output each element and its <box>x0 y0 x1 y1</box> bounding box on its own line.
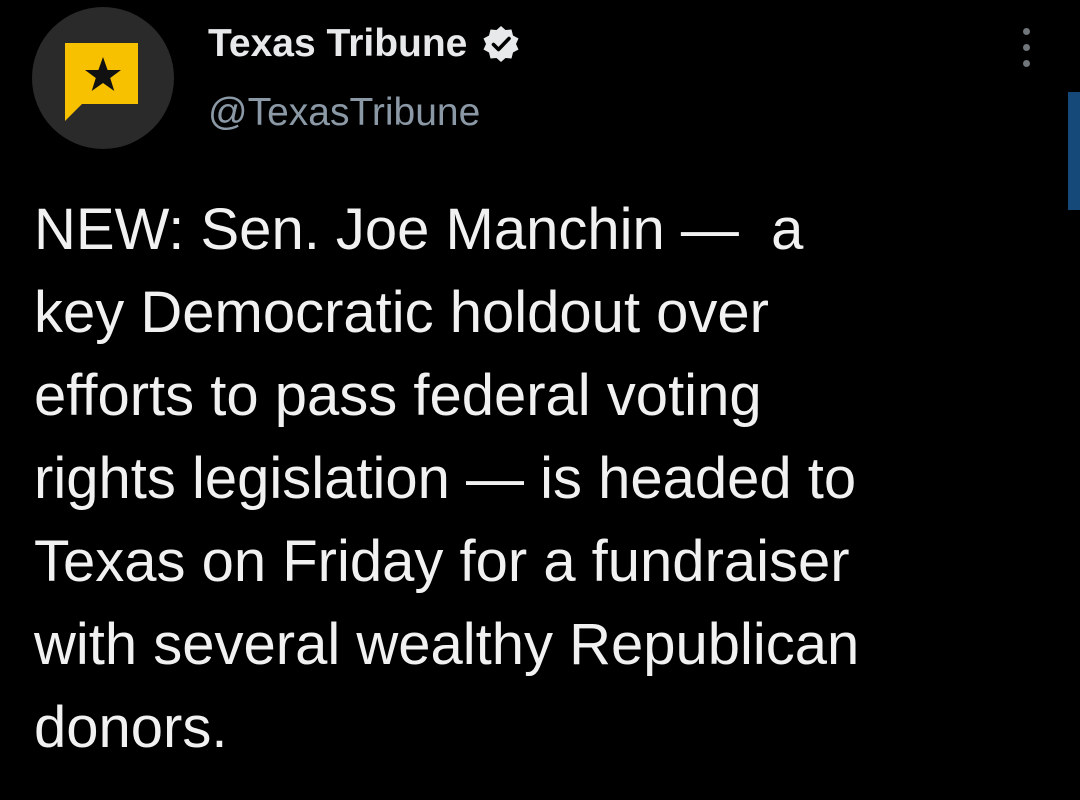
more-vertical-icon-dot <box>1023 60 1030 67</box>
tweet-text-line: NEW: Sen. Joe Manchin — a <box>34 197 804 262</box>
tweet-text-line: with several wealthy Republican <box>34 612 860 677</box>
side-accent-bar <box>1068 92 1080 210</box>
tweet-card: Texas Tribune @TexasTribune NEW: Sen. Jo… <box>0 0 1080 800</box>
avatar[interactable] <box>32 7 174 149</box>
more-vertical-icon <box>1023 28 1030 35</box>
star-speech-bubble-logo-icon <box>65 43 138 121</box>
tweet-text-line: Texas on Friday for a fundraiser <box>34 529 850 594</box>
author-handle[interactable]: @TexasTribune <box>208 89 480 137</box>
tweet-text-line: rights legislation — is headed to <box>34 446 857 511</box>
tweet-text-line: donors. <box>34 695 228 760</box>
tweet-text-line: key Democratic holdout over <box>34 280 769 345</box>
more-vertical-icon-dot <box>1023 44 1030 51</box>
tweet-text: NEW: Sen. Joe Manchin — a key Democratic… <box>34 188 994 769</box>
tweet-text-line: efforts to pass federal voting <box>34 363 762 428</box>
author-name-row[interactable]: Texas Tribune <box>208 20 521 68</box>
more-options-button[interactable] <box>1012 28 1042 68</box>
author-display-name[interactable]: Texas Tribune <box>208 20 467 68</box>
verified-badge-icon <box>481 24 521 64</box>
